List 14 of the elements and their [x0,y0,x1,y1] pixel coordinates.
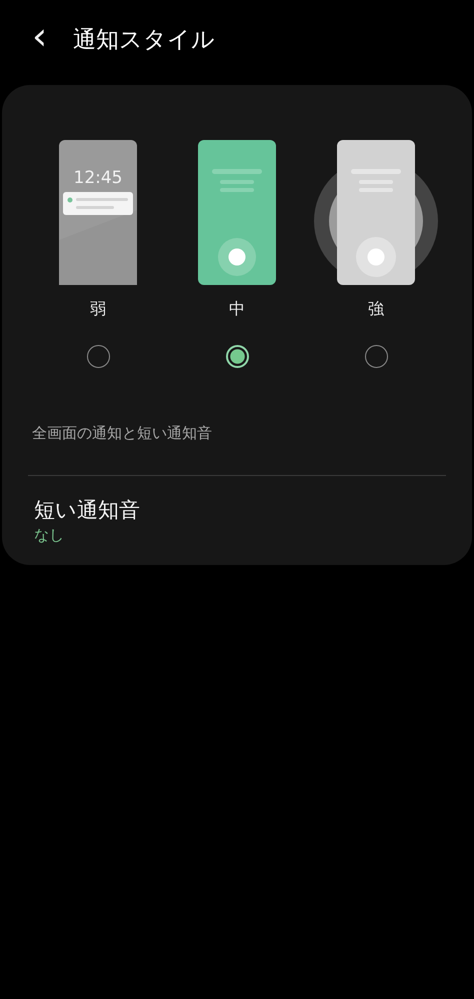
radio-button[interactable] [364,345,388,368]
setting-item[interactable]: 短い通知音 なし [2,476,472,545]
option-label: 中 [229,299,245,320]
option-label: 弱 [90,299,106,320]
description-text: 全画面の通知と短い通知音 [32,424,213,443]
phone-preview-drawing[interactable] [59,140,137,285]
radio-button[interactable] [226,345,248,368]
setting-value: なし [34,526,64,545]
back-button[interactable]: ‹ [28,17,52,61]
radio-button[interactable] [86,345,110,368]
option-label: 強 [368,299,384,320]
setting-title: 短い通知音 [34,497,140,524]
clock-text: 12:45 [72,168,124,188]
page-title: 通知スタイル [73,26,216,54]
